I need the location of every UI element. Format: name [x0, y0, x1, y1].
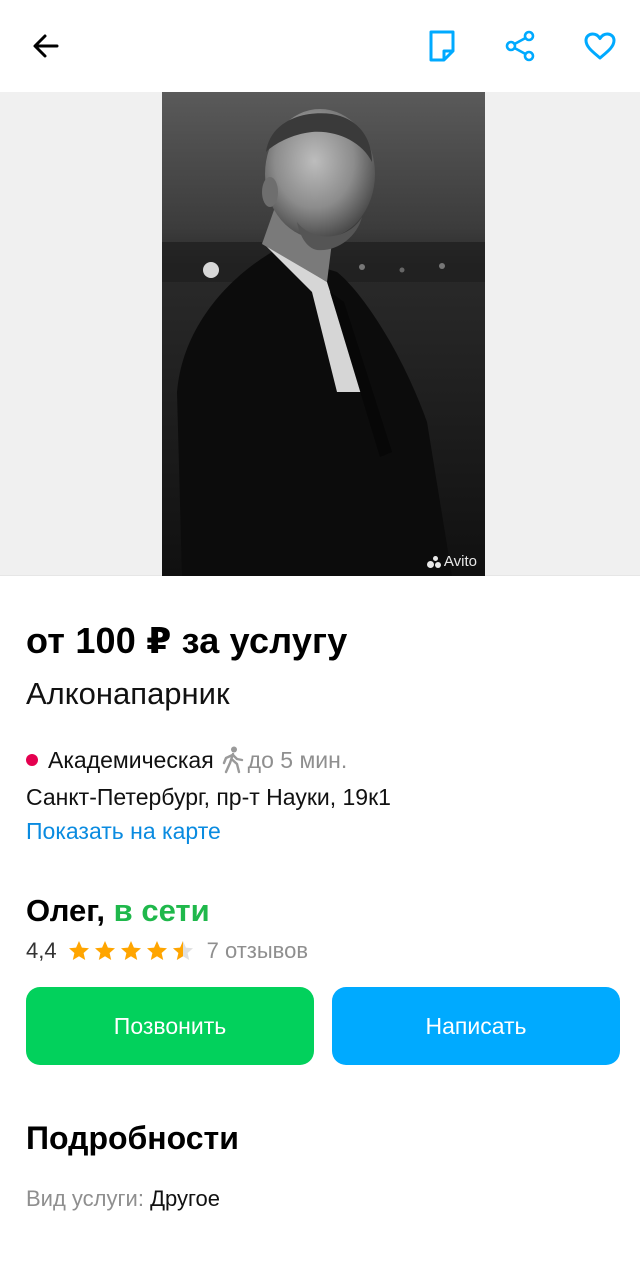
detail-value: Другое — [150, 1186, 220, 1211]
back-arrow-icon — [33, 34, 59, 58]
detail-label: Вид услуги: — [26, 1186, 144, 1211]
heart-icon — [584, 32, 616, 60]
top-bar — [0, 0, 640, 92]
star-icon — [146, 941, 167, 960]
walk-time: до 5 мин. — [247, 746, 348, 773]
watermark-text: Avito — [443, 553, 477, 570]
favorite-button[interactable] — [576, 22, 624, 70]
half-star-icon — [172, 941, 193, 960]
star-icon — [94, 941, 115, 960]
address: Санкт-Петербург, пр-т Науки, 19к1 — [26, 784, 391, 810]
gallery-indicator-dot — [203, 262, 219, 278]
details-heading: Подробности — [26, 1120, 239, 1156]
star-icon — [120, 941, 141, 960]
seller-rating[interactable]: 4,4 7 отзывов — [26, 936, 308, 966]
star-icon — [68, 941, 89, 960]
online-status: в сети — [113, 893, 210, 928]
note-button[interactable] — [418, 22, 466, 70]
metro-info: Академическая до 5 мин. — [26, 744, 347, 776]
rating-value: 4,4 — [26, 938, 57, 963]
share-button[interactable] — [496, 22, 544, 70]
write-button[interactable]: Написать — [332, 987, 620, 1065]
avito-watermark: Avito — [426, 553, 477, 570]
call-button[interactable]: Позвонить — [26, 987, 314, 1065]
seller-name-status[interactable]: Олег, в сети — [26, 893, 210, 929]
back-button[interactable] — [22, 22, 70, 70]
walking-icon — [222, 746, 244, 774]
avito-logo-icon — [426, 555, 441, 568]
metro-station: Академическая — [48, 746, 214, 773]
rating-stars — [67, 939, 195, 963]
metro-line-dot — [26, 754, 38, 766]
detail-row: Вид услуги: Другое — [26, 1186, 220, 1212]
listing-photo[interactable]: Avito — [162, 92, 485, 576]
show-on-map-link[interactable]: Показать на карте — [26, 818, 221, 845]
reviews-count: 7 отзывов — [206, 938, 309, 963]
seller-name: Олег, — [26, 893, 106, 928]
share-icon — [505, 30, 535, 62]
photo-gallery[interactable]: Avito — [0, 92, 640, 576]
note-icon — [429, 30, 455, 62]
portrait-photo — [162, 92, 485, 576]
listing-title: Алконапарник — [26, 676, 230, 711]
listing-price: от 100 ₽ за услугу — [26, 620, 348, 661]
